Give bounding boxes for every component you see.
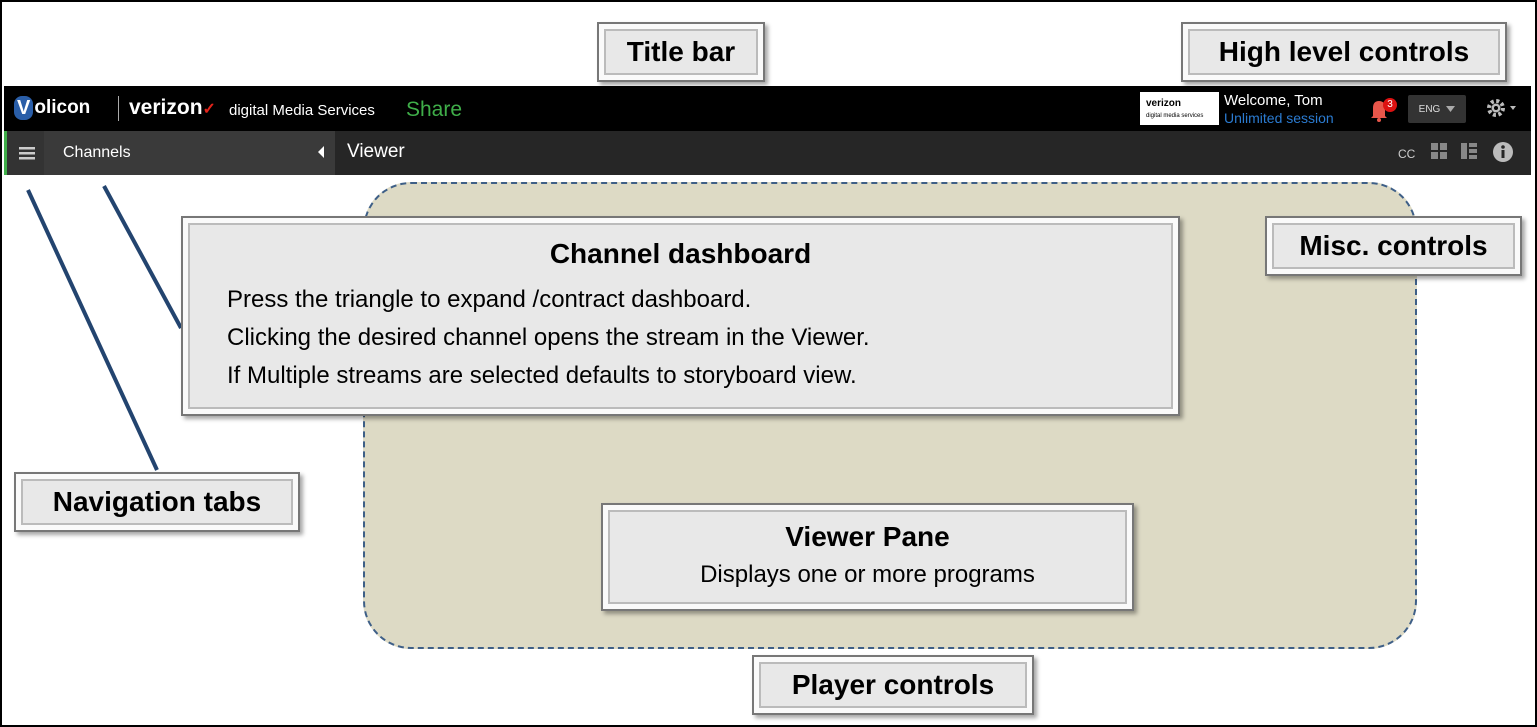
- viewer-pane-subtitle: Displays one or more programs: [700, 561, 1035, 588]
- callout-player-controls: Player controls: [752, 655, 1034, 715]
- viewer-pane-title: Viewer Pane: [785, 521, 950, 552]
- channel-dashboard-title: Channel dashboard: [549, 238, 812, 269]
- connector-navigation-tabs: [26, 189, 159, 471]
- callout-misc-controls: Misc. controls: [1265, 216, 1522, 276]
- channel-dashboard-line: If Multiple streams are selected default…: [227, 362, 857, 389]
- callout-high-level-controls: High level controls: [1181, 22, 1507, 82]
- channel-dashboard-line: Clicking the desired channel opens the s…: [227, 324, 870, 351]
- connector-channel-dashboard: [102, 185, 183, 329]
- callout-channel-dashboard: Channel dashboard Press the triangle to …: [181, 216, 1180, 416]
- callout-navigation-tabs: Navigation tabs: [14, 472, 300, 532]
- channel-dashboard-line: Press the triangle to expand /contract d…: [227, 286, 752, 313]
- callout-viewer-pane: Viewer Pane Displays one or more program…: [601, 503, 1134, 611]
- callout-title-bar: Title bar: [597, 22, 765, 82]
